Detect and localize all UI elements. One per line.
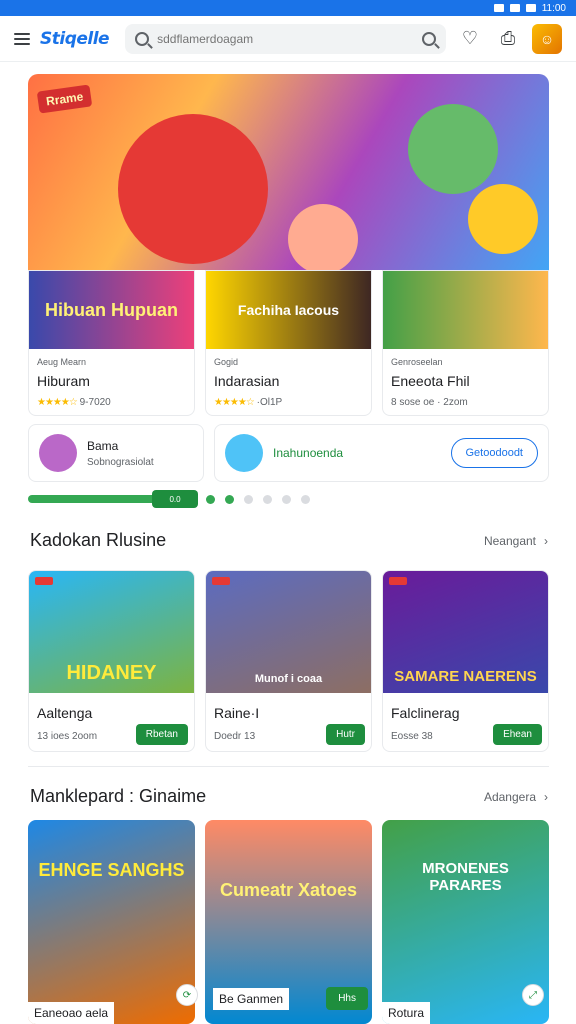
pager-knob[interactable]: 0.0 <box>152 490 198 508</box>
featured-category: Genroseelan <box>391 357 443 367</box>
chevron-right-icon: › <box>544 533 548 548</box>
game-name: Raine·I <box>214 705 260 721</box>
install-button[interactable]: Ehean <box>493 724 542 745</box>
game-card[interactable]: EHNGE SANGHS Eaneoao aela <box>28 820 195 1024</box>
section-divider <box>28 766 549 767</box>
featured-name: Hiburam <box>37 373 90 389</box>
game-art-text: Munof i coaa <box>254 673 323 685</box>
chip-app-icon <box>225 434 263 472</box>
chip-title: Bama <box>87 438 119 453</box>
chevron-right-icon: › <box>544 789 548 804</box>
chip-action-button[interactable]: Getoodoodt <box>450 438 538 468</box>
hero-character <box>468 184 538 254</box>
featured-tile[interactable]: Genroseelan Eneeota Fhil 8 sose oe · 2zo… <box>382 270 549 416</box>
see-more-label: Adangera <box>483 789 536 804</box>
game-art: Munof i coaa <box>206 571 371 693</box>
download-icon[interactable]: ⎙ <box>494 25 522 53</box>
expand-icon[interactable]: ⤢ <box>522 984 544 1006</box>
game-art-text: MRONENES PARARES <box>422 860 509 894</box>
search-submit-icon[interactable] <box>422 31 436 46</box>
game-label: Rotura <box>382 1002 431 1024</box>
pager-dot[interactable] <box>225 494 234 504</box>
section-title: Manklepard : Ginaime <box>30 786 207 806</box>
chip-app-icon <box>39 434 77 472</box>
game-card[interactable]: SAMARE NAERENS Falclinerag Eosse 38 Ehea… <box>382 570 549 752</box>
hero-character <box>118 114 268 264</box>
install-button[interactable]: Rbetan <box>135 724 188 745</box>
featured-row: Hibuan Hupuan Aeug Mearn Hiburam ★★★★☆ 9… <box>28 270 549 416</box>
status-bar: 11:00 <box>0 0 576 16</box>
search-icon <box>135 31 150 46</box>
section-title: Kadokan Rlusine <box>30 530 167 550</box>
pager-progress[interactable]: 0.0 <box>28 490 198 508</box>
game-art-text: SAMARE NAERENS <box>394 668 537 685</box>
pager-dot[interactable] <box>301 494 310 504</box>
menu-icon[interactable] <box>14 32 30 45</box>
game-label: Be Ganmen <box>213 988 290 1010</box>
search-input[interactable] <box>157 31 414 46</box>
battery-icon <box>525 4 536 12</box>
featured-art: Fachiha Iacous <box>206 271 371 349</box>
game-art: SAMARE NAERENS <box>383 571 548 693</box>
game-art-text: EHNGE SANGHS <box>38 860 185 880</box>
featured-sub: ·Ol1P <box>256 397 283 408</box>
featured-category: Gogid <box>214 357 239 367</box>
pager-dot[interactable] <box>263 494 272 504</box>
game-card[interactable]: Munof i coaa Raine·I Doedr 13 Hutr <box>205 570 372 752</box>
hero-badge: Rrame <box>36 84 93 114</box>
chip-text: Inahunoenda <box>273 446 344 460</box>
app-logo[interactable]: Stiqelle <box>40 29 110 49</box>
featured-tile[interactable]: Fachiha Iacous Gogid Indarasian ★★★★☆ ·O… <box>205 270 372 416</box>
featured-category: Aeug Mearn <box>37 357 87 367</box>
game-tag <box>212 577 230 585</box>
app-bar: Stiqelle ♡ ⎙ ☺ <box>0 16 576 62</box>
hero-character <box>408 104 498 194</box>
game-tag <box>35 577 53 585</box>
refresh-icon[interactable]: ⟳ <box>176 984 198 1006</box>
see-more-link[interactable]: Adangera › <box>484 790 548 804</box>
pager-dot[interactable] <box>244 494 253 504</box>
pager-dot[interactable] <box>282 494 291 504</box>
game-label: Eaneoao aela <box>28 1002 115 1024</box>
install-button[interactable]: Hutr <box>326 724 365 745</box>
game-art-text: Cumeatr Xatoes <box>219 880 358 900</box>
see-more-label: Neangant <box>483 533 536 548</box>
featured-sub: 9-7020 <box>79 397 111 408</box>
chip-subtitle: Sobnograsiolat <box>87 456 154 468</box>
featured-art <box>383 271 548 349</box>
rating-stars: ★★★★☆ <box>214 397 255 408</box>
game-card-row: EHNGE SANGHS Eaneoao aela Cumeatr Xatoes… <box>28 820 549 1024</box>
rating-stars: ★★★★☆ <box>37 397 78 408</box>
chip-card[interactable]: Inahunoenda Getoodoodt <box>214 424 549 482</box>
wifi-icon <box>509 4 520 12</box>
hero-character <box>288 204 358 270</box>
hero-banner[interactable]: Rrame <box>28 74 549 270</box>
game-card[interactable]: HIDANEY Aaltenga 13 ioes 2oom Rbetan <box>28 570 195 752</box>
featured-name: Indarasian <box>214 373 280 389</box>
game-name: Falclinerag <box>391 705 460 721</box>
avatar[interactable]: ☺ <box>532 23 562 54</box>
game-name: Aaltenga <box>37 705 93 721</box>
heart-icon[interactable]: ♡ <box>456 25 484 53</box>
featured-tile[interactable]: Hibuan Hupuan Aeug Mearn Hiburam ★★★★☆ 9… <box>28 270 195 416</box>
game-tag <box>389 577 407 585</box>
pager-dot[interactable] <box>206 494 215 504</box>
featured-name: Eneeota Fhil <box>391 373 470 389</box>
status-time: 11:00 <box>541 2 566 14</box>
see-more-link[interactable]: Neangant › <box>484 534 548 548</box>
featured-art: Hibuan Hupuan <box>29 271 194 349</box>
section-header: Manklepard : Ginaime Adangera › <box>30 786 548 807</box>
chip-card[interactable]: Bama Sobnograsiolat <box>28 424 204 482</box>
game-card[interactable]: Cumeatr Xatoes Be Ganmen Hhs <box>205 820 372 1024</box>
featured-sub: 8 sose oe · 2zom <box>391 397 468 408</box>
game-card-row: HIDANEY Aaltenga 13 ioes 2oom Rbetan Mun… <box>28 570 549 752</box>
game-art-text: HIDANEY <box>66 662 157 684</box>
search-bar[interactable] <box>125 23 446 54</box>
carousel-pager: 0.0 <box>28 490 348 508</box>
bluetooth-icon <box>493 4 504 12</box>
install-button[interactable]: Hhs <box>326 987 368 1010</box>
section-header: Kadokan Rlusine Neangant › <box>30 530 548 551</box>
chip-row: Bama Sobnograsiolat Inahunoenda Getoodoo… <box>28 424 549 482</box>
game-art: HIDANEY <box>29 571 194 693</box>
